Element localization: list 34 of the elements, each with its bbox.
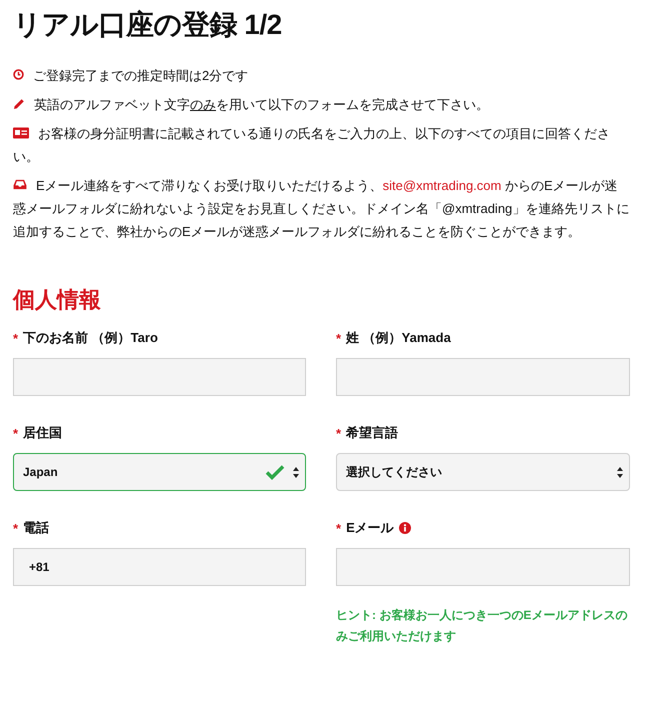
page-title: リアル口座の登録 1/2 — [13, 8, 283, 42]
id-card-icon — [13, 126, 29, 139]
pencil-icon — [13, 98, 25, 110]
field-label: Eメール — [346, 519, 394, 537]
input-field[interactable]: +81 — [13, 548, 306, 586]
required-mark: * — [13, 426, 18, 440]
notice-text: ご登録完了までの推定時間は2分です — [13, 64, 630, 87]
required-mark: * — [13, 330, 18, 346]
input-field[interactable] — [336, 358, 630, 396]
required-mark: * — [336, 520, 342, 536]
notice-text: お客様の身分証明書に記載されている通りの氏名をご入力の上、以下のすべての項目に回答ください。 — [13, 125, 611, 166]
notice-text: 英語のアルファベット文字のみを用いて以下のフォームを完成させて下さい。 — [13, 93, 630, 116]
notice-text: Eメール連絡をすべて滞りなくお受け取りいただけるよう、site@xmtrading.com からのEメールが迷惑メールフォルダに紛れないよう設定をお見直しください。ドメイン名「@xmtrading」を連絡先リストに追加することで、弊社からのEメールが迷惑メールフォルダに紛れることを防ぐことができます。 — [13, 177, 630, 241]
input-field[interactable] — [336, 548, 630, 586]
field-label: 下のお名前 （例）Taro — [23, 329, 158, 347]
field-label: 電話 — [23, 519, 50, 537]
select-field[interactable]: 選択してください — [336, 453, 630, 491]
input-field[interactable] — [13, 358, 306, 396]
sort-arrows-icon — [293, 466, 299, 478]
sort-arrows-icon — [617, 466, 623, 478]
checkmark-icon — [265, 464, 285, 480]
field-label: 姓 （例）Yamada — [346, 329, 451, 347]
hint-text: ヒント: お客様お一人につき一つのEメールアドレスのみご利用いただけます — [336, 607, 628, 645]
info-icon[interactable] — [398, 522, 411, 534]
select-field[interactable]: Japan — [13, 453, 306, 491]
required-mark: * — [336, 426, 342, 440]
field-label: 希望言語 — [346, 424, 398, 442]
required-mark: * — [336, 330, 342, 346]
inbox-icon — [13, 179, 27, 190]
clock-icon — [13, 69, 24, 80]
email-link[interactable]: site@xmtrading.com — [382, 178, 502, 193]
field-label: 居住国 — [23, 424, 62, 442]
section-heading: 個人情報 — [13, 286, 102, 314]
required-mark: * — [13, 520, 18, 536]
